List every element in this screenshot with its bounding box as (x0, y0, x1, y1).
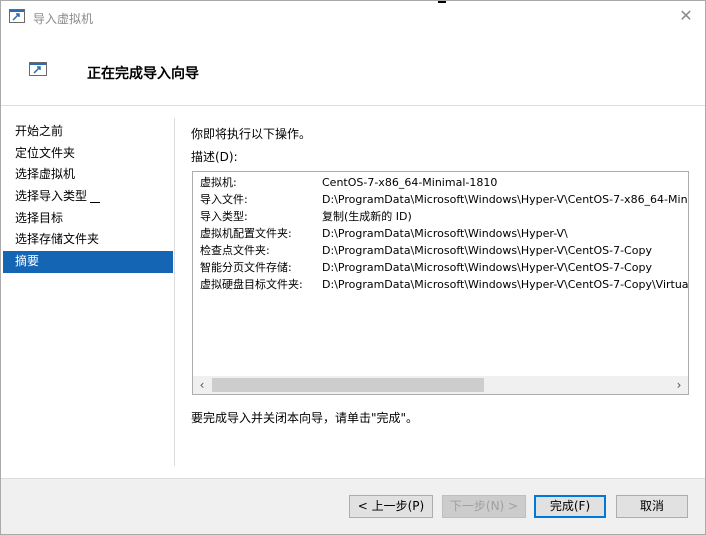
summary-textbox[interactable]: 虚拟机: CentOS-7-x86_64-Minimal-1810 导入文件: D:… (192, 171, 689, 395)
summary-value: D:\ProgramData\Microsoft\Windows\Hyper-V… (322, 261, 652, 274)
nav-item-label: 选择虚拟机 (15, 167, 76, 182)
summary-key: 虚拟机: (200, 176, 237, 189)
summary-key: 虚拟硬盘目标文件夹: (200, 278, 303, 291)
nav-item-summary[interactable]: 摘要 (3, 251, 173, 273)
cancel-button[interactable]: 取消 (616, 495, 688, 518)
summary-key: 检查点文件夹: (200, 244, 270, 257)
import-vm-icon (9, 9, 25, 23)
previous-button[interactable]: < 上一步(P) (349, 495, 433, 518)
finish-button[interactable]: 完成(F) (534, 495, 606, 518)
footer-divider (1, 478, 705, 479)
horizontal-scrollbar[interactable]: ‹ › (193, 376, 688, 394)
nav-item-label: 定位文件夹 (15, 145, 76, 160)
summary-value: CentOS-7-x86_64-Minimal-1810 (322, 176, 498, 189)
nav-item-label: 选择导入类型 (15, 189, 88, 204)
summary-key: 智能分页文件存储: (200, 261, 292, 274)
nav-item-import-type[interactable]: 选择导入类型 (3, 186, 173, 208)
nav-item-select-vm[interactable]: 选择虚拟机 (3, 164, 173, 186)
summary-row: 检查点文件夹: D:\ProgramData\Microsoft\Windows\… (200, 242, 688, 259)
wizard-header: 正在完成导入向导 (1, 33, 705, 105)
title-bar: 导入虚拟机 ✕ (1, 1, 705, 33)
scroll-left-icon[interactable]: ‹ (193, 376, 211, 394)
summary-value: 复制(生成新的 ID) (322, 210, 412, 223)
close-icon[interactable]: ✕ (677, 7, 695, 25)
page-title: 正在完成导入向导 (87, 66, 199, 82)
summary-value: D:\ProgramData\Microsoft\Windows\Hyper-V… (322, 227, 568, 240)
summary-row: 导入文件: D:\ProgramData\Microsoft\Windows\Hy… (200, 191, 688, 208)
next-button[interactable]: 下一步(N) > (442, 495, 526, 518)
summary-row: 虚拟机: CentOS-7-x86_64-Minimal-1810 (200, 174, 688, 191)
wizard-steps-nav: 开始之前 定位文件夹 选择虚拟机 选择导入类型 选择目标 选择存储文件夹 摘要 (3, 121, 173, 273)
summary-key: 导入文件: (200, 193, 248, 206)
summary-key: 虚拟机配置文件夹: (200, 227, 292, 240)
summary-value: D:\ProgramData\Microsoft\Windows\Hyper-V… (322, 193, 688, 206)
nav-item-before-you-begin[interactable]: 开始之前 (3, 121, 173, 143)
summary-row: 导入类型: 复制(生成新的 ID) (200, 208, 688, 225)
import-vm-dialog: 导入虚拟机 ✕ 正在完成导入向导 开始之前 定位文件夹 选择虚拟机 选择导入类型… (0, 0, 706, 535)
summary-row: 虚拟机配置文件夹: D:\ProgramData\Microsoft\Window… (200, 225, 688, 242)
nav-item-select-destination[interactable]: 选择目标 (3, 208, 173, 230)
summary-list: 虚拟机: CentOS-7-x86_64-Minimal-1810 导入文件: D:… (200, 174, 688, 374)
nav-item-storage-folders[interactable]: 选择存储文件夹 (3, 229, 173, 251)
summary-row: 虚拟硬盘目标文件夹: D:\ProgramData\Microsoft\Windo… (200, 276, 688, 293)
summary-value: D:\ProgramData\Microsoft\Windows\Hyper-V… (322, 244, 652, 257)
description-label: 描述(D): (191, 150, 238, 164)
import-vm-header-icon (29, 62, 47, 76)
summary-value: D:\ProgramData\Microsoft\Windows\Hyper-V… (322, 278, 688, 291)
nav-item-locate-folder[interactable]: 定位文件夹 (3, 143, 173, 165)
scroll-right-icon[interactable]: › (670, 376, 688, 394)
summary-row: 智能分页文件存储: D:\ProgramData\Microsoft\Window… (200, 259, 688, 276)
title-notch (438, 1, 446, 3)
window-title: 导入虚拟机 (33, 12, 94, 26)
intro-text: 你即将执行以下操作。 (191, 127, 312, 141)
nav-item-label: 选择存储文件夹 (15, 232, 100, 247)
scroll-thumb[interactable] (212, 378, 484, 392)
nav-item-label: 摘要 (15, 254, 40, 269)
finish-instruction: 要完成导入并关闭本向导，请单击"完成"。 (191, 411, 419, 425)
nav-item-label: 选择目标 (15, 210, 64, 225)
nav-item-label: 开始之前 (15, 124, 64, 138)
nav-divider (174, 118, 175, 466)
nav-underline-mark (90, 202, 100, 204)
summary-key: 导入类型: (200, 210, 248, 223)
